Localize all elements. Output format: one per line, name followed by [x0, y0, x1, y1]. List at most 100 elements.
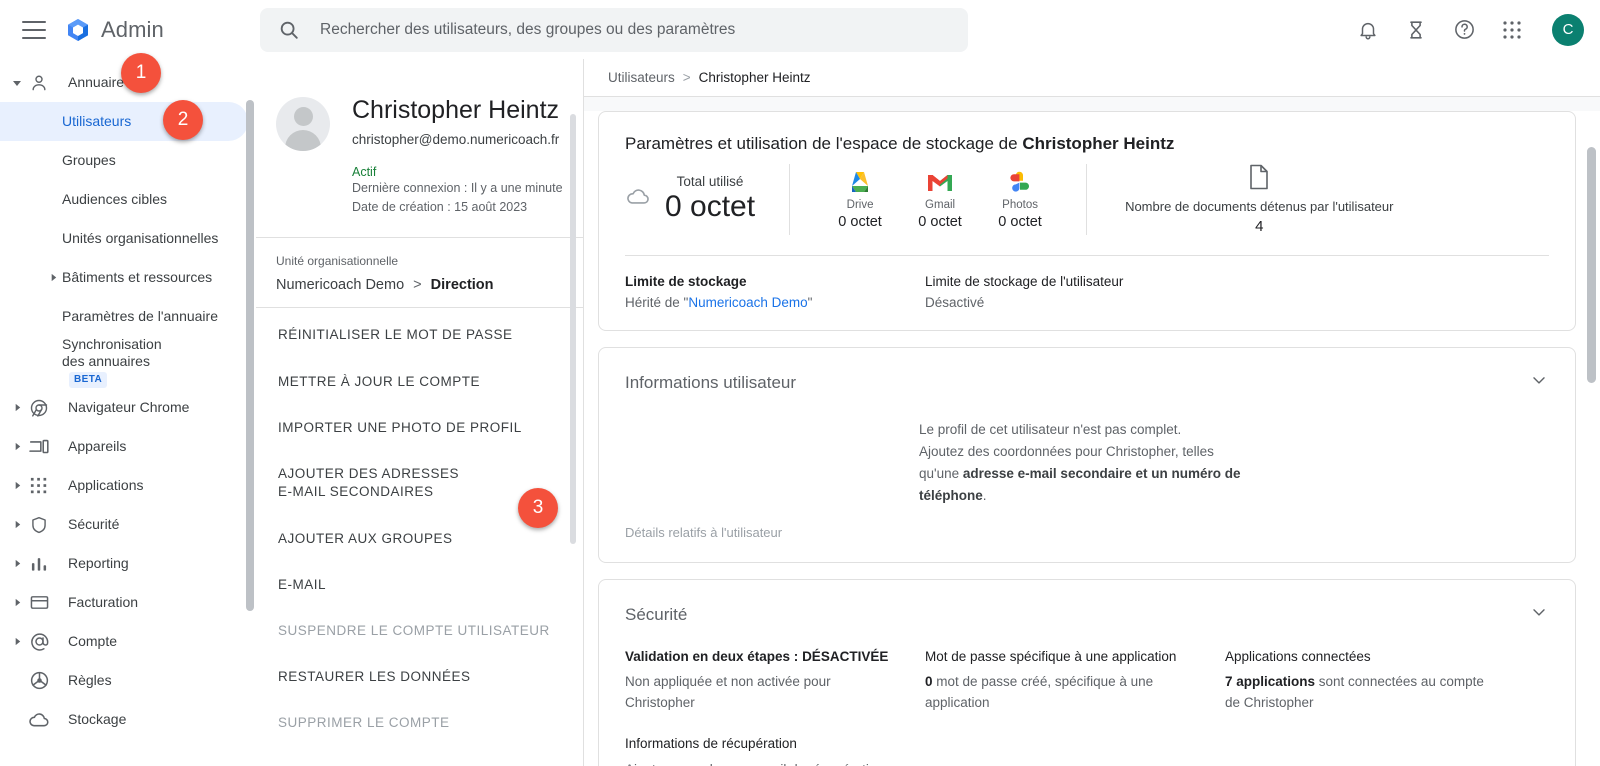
- org-unit-path: Numericoach Demo > Direction: [276, 277, 564, 293]
- chevron-down-icon[interactable]: [1529, 602, 1549, 627]
- chevron-right-icon[interactable]: [8, 594, 26, 612]
- apps-grid-icon: [28, 475, 50, 497]
- sidebar-item-parametres-annuaire[interactable]: Paramètres de l'annuaire: [0, 297, 256, 336]
- sidebar-item-label: Règles: [68, 671, 112, 688]
- apps-grid-icon[interactable]: [1500, 18, 1524, 42]
- admin-brand[interactable]: Admin: [64, 16, 164, 44]
- user-info-title: Informations utilisateur: [625, 372, 797, 392]
- sidebar-item-applications[interactable]: Applications: [0, 466, 256, 505]
- sidebar-item-label: Paramètres de l'annuaire: [62, 307, 218, 324]
- sidebar-item-groupes[interactable]: Groupes: [0, 141, 256, 180]
- security-2sv-title-bold: DÉSACTIVÉE: [802, 649, 889, 664]
- security-header[interactable]: Sécurité: [599, 580, 1575, 627]
- chevron-right-icon[interactable]: [8, 516, 26, 534]
- org-unit-separator: >: [413, 277, 422, 294]
- search-input[interactable]: [318, 20, 938, 40]
- sidebar-item-appareils[interactable]: Appareils: [0, 427, 256, 466]
- security-recovery-row: Informations de récupération Ajouter une…: [599, 714, 1575, 766]
- breadcrumb-parent[interactable]: Utilisateurs: [608, 70, 675, 85]
- action-email[interactable]: E-MAIL: [256, 562, 584, 608]
- google-admin-hexagon-logo: [64, 16, 92, 44]
- annotation-badge-1: 1: [121, 53, 161, 93]
- sidebar-item-label: Navigateur Chrome: [68, 398, 190, 415]
- chevron-right-icon[interactable]: [8, 555, 26, 573]
- chevron-down-icon[interactable]: [1529, 370, 1549, 395]
- app-usage-value: 0 octet: [918, 214, 962, 230]
- storage-card-title: Paramètres et utilisation de l'espace de…: [599, 112, 1575, 154]
- sidebar-item-label: Facturation: [68, 593, 139, 610]
- account-avatar[interactable]: C: [1552, 13, 1584, 46]
- security-connected-apps-value: 7 applications sont connectées au compte…: [1225, 672, 1501, 714]
- storage-limit-prefix: Hérité de ": [625, 295, 689, 310]
- app-usage-value: 0 octet: [838, 214, 882, 230]
- storage-title-user: Christopher Heintz: [1022, 134, 1175, 153]
- user-storage-limit-value: Désactivé: [925, 295, 985, 310]
- documents-owned-value: 4: [1255, 218, 1264, 235]
- google-photos-icon: [980, 169, 1060, 195]
- user-last-login: Dernière connexion : Il y a une minute: [352, 180, 563, 195]
- user-info-header[interactable]: Informations utilisateur: [599, 348, 1575, 395]
- sidebar-item-facturation[interactable]: Facturation: [0, 583, 256, 622]
- action-reset-password[interactable]: RÉINITIALISER LE MOT DE PASSE: [256, 312, 584, 358]
- sidebar-scrollbar[interactable]: [246, 100, 254, 611]
- hourglass-icon[interactable]: [1404, 18, 1428, 42]
- sidebar-item-label: Stockage: [68, 710, 127, 727]
- help-question-icon[interactable]: [1452, 18, 1476, 42]
- total-used-label: Total utilisé: [676, 174, 744, 190]
- cloud-icon: [625, 184, 651, 215]
- action-delete-account: SUPPRIMER LE COMPTE: [278, 715, 450, 731]
- chevron-down-icon[interactable]: [8, 74, 26, 92]
- at-sign-icon: [28, 631, 50, 653]
- bar-chart-icon: [28, 553, 50, 575]
- storage-limit-value: Hérité de "Numericoach Demo": [625, 295, 925, 310]
- sidebar-item-label: Appareils: [68, 437, 127, 454]
- sidebar-item-label: Unités organisationnelles: [62, 229, 219, 246]
- security-col-connected-apps: Applications connectées 7 applications s…: [1225, 649, 1525, 714]
- chevron-right-icon[interactable]: [8, 633, 26, 651]
- sidebar-item-stockage[interactable]: Stockage: [0, 700, 256, 739]
- total-used-block: Total utilisé 0 octet: [665, 174, 789, 224]
- security-card[interactable]: Sécurité Validation en deux étapes : DÉS…: [598, 579, 1576, 766]
- sidebar-item-label: Audiences cibles: [62, 190, 168, 207]
- search-bar[interactable]: [260, 8, 968, 52]
- security-app-password-title: Mot de passe spécifique à une applicatio…: [925, 649, 1177, 664]
- cloud-icon: [28, 709, 50, 731]
- total-used-value: 0 octet: [665, 190, 756, 224]
- sidebar-item-utilisateurs[interactable]: Utilisateurs: [0, 102, 248, 141]
- sidebar-item-unites-organisationnelles[interactable]: Unités organisationnelles: [0, 219, 256, 258]
- sidebar-item-synchronisation-annuaires[interactable]: Synchronisation des annuairesBETA: [0, 336, 256, 389]
- chevron-right-icon[interactable]: [8, 438, 26, 456]
- storage-title-prefix: Paramètres et utilisation de l'espace de…: [625, 134, 1023, 153]
- user-info-message: Le profil de cet utilisateur n'est pas c…: [919, 419, 1240, 525]
- chevron-right-icon[interactable]: [44, 269, 62, 287]
- sidebar-item-securite[interactable]: Sécurité: [0, 505, 256, 544]
- storage-limit-col: Limite de stockage Hérité de "Numericoac…: [625, 274, 925, 310]
- security-connected-apps-count: 7 applications: [1225, 674, 1316, 689]
- storage-limit-link[interactable]: Numericoach Demo: [688, 295, 807, 310]
- security-2sv-title-plain: Validation en deux étapes :: [625, 649, 803, 664]
- devices-icon: [28, 436, 50, 458]
- sidebar-item-reporting[interactable]: Reporting: [0, 544, 256, 583]
- action-upload-profile-photo[interactable]: IMPORTER UNE PHOTO DE PROFIL: [256, 405, 584, 451]
- action-add-secondary-emails[interactable]: AJOUTER DES ADRESSES E-MAIL SECONDAIRES: [256, 451, 496, 515]
- user-info-card[interactable]: Informations utilisateur Le profil de ce…: [598, 347, 1576, 563]
- org-unit-child: Direction: [430, 277, 494, 294]
- action-update-account[interactable]: METTRE À JOUR LE COMPTE: [256, 359, 584, 405]
- chevron-right-icon[interactable]: [8, 477, 26, 495]
- app-usage-drive: Drive 0 octet: [820, 169, 900, 230]
- sidebar-item-batiments-et-ressources[interactable]: Bâtiments et ressources: [0, 258, 256, 297]
- sidebar-item-compte[interactable]: Compte: [0, 622, 256, 661]
- annotation-badge-2: 2: [163, 100, 203, 140]
- caret-spacer: [8, 672, 26, 690]
- sidebar-item-navigateur-chrome[interactable]: Navigateur Chrome: [0, 388, 256, 427]
- security-recovery-title: Informations de récupération: [625, 735, 797, 751]
- sidebar-item-audiences-cibles[interactable]: Audiences cibles: [0, 180, 256, 219]
- profile-panel-scrollbar[interactable]: [570, 114, 576, 544]
- hamburger-menu-icon[interactable]: [22, 20, 46, 39]
- notifications-bell-icon[interactable]: [1356, 18, 1380, 42]
- chevron-right-icon[interactable]: [8, 399, 26, 417]
- sidebar-item-regles[interactable]: Règles: [0, 661, 256, 700]
- action-restore-data[interactable]: RESTAURER LES DONNÉES: [256, 654, 584, 700]
- breadcrumb-separator: >: [682, 70, 691, 85]
- main-content-scrollbar[interactable]: [1587, 147, 1596, 383]
